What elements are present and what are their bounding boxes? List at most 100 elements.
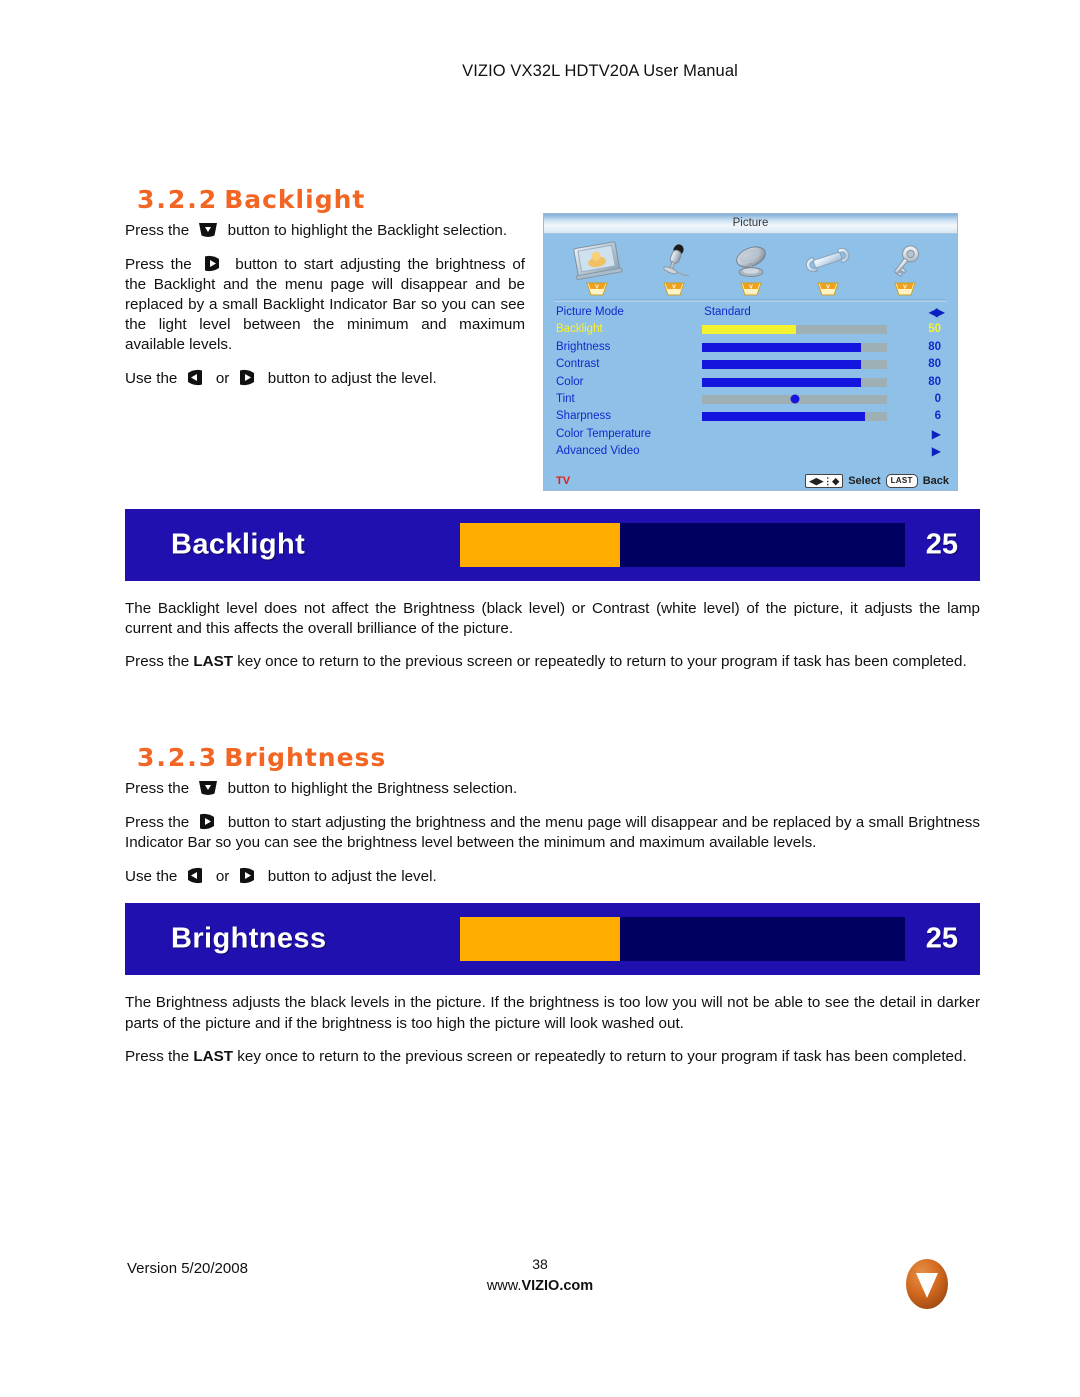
osd-divider — [554, 299, 947, 302]
paragraph-backlight-last-key: Press the LAST key once to return to the… — [125, 652, 980, 672]
osd-title: Picture — [544, 214, 957, 234]
osd-row-slider[interactable] — [702, 377, 887, 387]
svg-text:V: V — [595, 284, 599, 290]
right-arrow-key-icon — [202, 254, 226, 273]
footer-website-suffix: .com — [559, 1278, 594, 1294]
last-key-label: LAST — [193, 1047, 234, 1065]
osd-back-label: Back — [922, 475, 949, 487]
paragraph-text: key once to return to the previous scree… — [237, 1047, 967, 1065]
osd-row-slider[interactable] — [702, 360, 887, 370]
paragraph-backlight-adjust: Press the button to start adjusting the … — [125, 254, 525, 355]
osd-row-label: Brightness — [556, 340, 611, 353]
left-arrow-key-icon — [185, 866, 209, 885]
section-title-backlight: 3.2.2 Backlight — [137, 185, 525, 214]
osd-row-contrast[interactable]: Contrast 80 — [554, 356, 947, 373]
navigation-arrows-icon: ◀▶⋮◆ — [805, 474, 844, 488]
paragraph-text: button to highlight the Brightness selec… — [227, 780, 518, 798]
left-arrow-key-icon — [185, 368, 209, 387]
osd-last-key[interactable]: LAST — [885, 474, 918, 488]
paragraph-text: key once to return to the previous scree… — [237, 653, 967, 671]
indicator-label: Backlight — [171, 528, 306, 561]
osd-row-slider[interactable] — [702, 412, 887, 422]
right-arrow-key-icon — [197, 812, 221, 831]
osd-row-label: Backlight — [556, 323, 603, 336]
indicator-fill — [460, 917, 621, 962]
osd-row-label: Tint — [556, 392, 575, 405]
indicator-track[interactable] — [460, 917, 905, 962]
document-footer: Version 5/20/2008 38 www.VIZIO.com — [0, 1252, 1080, 1342]
backlight-intro-text: 3.2.2 Backlight Press the button to highl… — [125, 185, 525, 389]
osd-source-label: TV — [556, 475, 571, 487]
paragraph-text: button to adjust the level. — [267, 868, 437, 886]
osd-row-label: Contrast — [556, 358, 600, 371]
osd-icon-parental[interactable]: V — [872, 241, 938, 296]
left-right-arrows-icon: ◀▶ — [928, 305, 946, 319]
paragraph-backlight-highlight: Press the button to highlight the Backli… — [125, 220, 525, 241]
osd-row-number: 80 — [928, 375, 941, 388]
chevron-right-icon: ▶ — [931, 444, 941, 459]
document-header-title: VIZIO VX32L HDTV20A User Manual — [462, 62, 738, 80]
section-number: 3.2.3 — [137, 743, 219, 773]
chevron-right-icon: ▶ — [931, 426, 941, 441]
osd-row-picture-mode[interactable]: Picture Mode Standard ◀▶ — [554, 304, 947, 321]
osd-row-number: 0 — [934, 392, 941, 405]
brightness-indicator-bar: Brightness 25 — [125, 903, 980, 976]
svg-text:V: V — [672, 284, 676, 290]
indicator-track[interactable] — [460, 523, 905, 567]
indicator-label: Brightness — [171, 922, 327, 955]
osd-row-number: 80 — [928, 340, 941, 353]
osd-icon-row: V V V V V — [544, 234, 957, 296]
paragraph-text: button to start adjusting the brightness… — [125, 814, 980, 852]
paragraph-text: Use the — [125, 868, 178, 886]
osd-row-backlight[interactable]: Backlight 50 — [554, 321, 947, 338]
paragraph-text: or — [215, 868, 230, 886]
osd-row-sharpness[interactable]: Sharpness 6 — [554, 408, 947, 425]
osd-icon-badge: V — [795, 282, 861, 296]
osd-icon-picture[interactable]: V — [564, 241, 630, 296]
osd-row-value: Standard — [704, 306, 751, 318]
indicator-value: 25 — [925, 922, 958, 955]
section-brightness: 3.2.3 Brightness Press the button to high… — [125, 743, 980, 1066]
osd-icon-setup[interactable]: V — [795, 241, 861, 296]
paragraph-brightness-adjust: Press the button to start adjusting the … — [125, 812, 980, 853]
osd-row-tint[interactable]: Tint 0 — [554, 391, 947, 408]
osd-icon-audio[interactable]: V — [641, 241, 707, 296]
paragraph-brightness-highlight: Press the button to highlight the Bright… — [125, 778, 980, 799]
osd-settings-list: Picture Mode Standard ◀▶ Backlight 50 Br… — [544, 304, 957, 461]
osd-icon-tuner[interactable]: V — [718, 241, 784, 296]
osd-footer-bar: TV ◀▶⋮◆ Select LAST Back — [544, 472, 957, 490]
osd-row-slider[interactable] — [702, 394, 887, 404]
paragraph-brightness-last-key: Press the LAST key once to return to the… — [125, 1047, 980, 1067]
paragraph-brightness-use: Use the or button to adjust the level. — [125, 866, 980, 887]
osd-icon-badge: V — [872, 282, 938, 296]
osd-row-label: Color Temperature — [556, 427, 652, 440]
vizio-logo — [897, 1253, 957, 1315]
footer-website-brand: VIZIO — [521, 1278, 560, 1294]
osd-row-number: 6 — [934, 410, 941, 423]
document-content: Picture V V V V V Picture Mode Standard … — [125, 185, 980, 1080]
osd-row-label: Sharpness — [556, 410, 611, 423]
last-key-label: LAST — [193, 653, 234, 671]
osd-picture-menu: Picture V V V V V Picture Mode Standard … — [543, 213, 958, 491]
backlight-indicator-bar: Backlight 25 — [125, 509, 980, 581]
osd-row-label: Advanced Video — [556, 445, 640, 458]
indicator-value: 25 — [925, 528, 958, 561]
osd-row-slider[interactable] — [702, 342, 887, 352]
paragraph-text: Press the — [125, 780, 190, 798]
section-name: Backlight — [224, 185, 366, 214]
osd-row-color-temperature[interactable]: Color Temperature ▶ — [554, 426, 947, 443]
down-arrow-key-icon — [196, 220, 220, 239]
svg-text:V: V — [903, 284, 907, 290]
osd-row-color[interactable]: Color 80 — [554, 374, 947, 391]
osd-row-advanced-video[interactable]: Advanced Video ▶ — [554, 443, 947, 460]
osd-icon-badge: V — [564, 282, 630, 296]
osd-row-brightness[interactable]: Brightness 80 — [554, 339, 947, 356]
paragraph-brightness-explanation: The Brightness adjusts the black levels … — [125, 994, 980, 1032]
section-name: Brightness — [224, 743, 387, 773]
svg-text:V: V — [826, 284, 830, 290]
osd-icon-badge: V — [718, 282, 784, 296]
paragraph-text: Press the — [125, 222, 190, 239]
osd-row-slider[interactable] — [702, 325, 887, 335]
osd-select-label: Select — [848, 475, 881, 487]
down-arrow-key-icon — [196, 778, 220, 797]
